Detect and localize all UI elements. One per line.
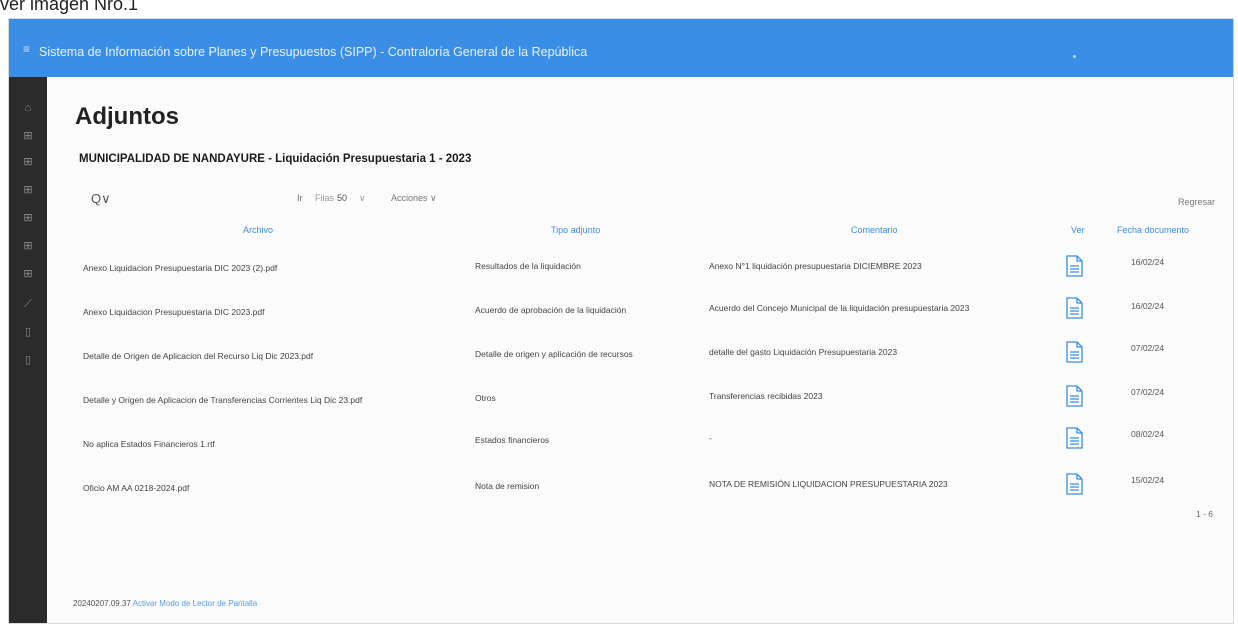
cell-comentario: NOTA DE REMISIÓN LIQUIDACION PRESUPUESTA… [709,479,948,489]
home-icon[interactable]: ⌂ [21,101,35,115]
column-header-comentario[interactable]: Comentario [851,225,898,235]
cell-archivo[interactable]: Detalle y Origen de Aplicacion de Transf… [83,395,362,405]
actions-menu-button[interactable]: Acciones ∨ [391,193,437,204]
cell-archivo[interactable]: Anexo Liquidacion Presupuestaria DIC 202… [83,263,277,273]
table-row: Oficio AM AA 0218-2024.pdf Nota de remis… [47,469,1233,509]
grid-icon[interactable]: ⊞ [21,267,35,281]
cell-tipo: Detalle de origen y aplicación de recurs… [475,349,633,359]
report-toolbar: Q∨ Ir Filas 50 ∨ Acciones ∨ [75,191,1225,213]
cell-comentario: Acuerdo del Concejo Municipal de la liqu… [709,303,970,313]
version-text: 20240207.09.37 [73,599,131,608]
document-icon[interactable]: ▯ [21,353,35,367]
column-header-ver[interactable]: Ver [1071,225,1085,235]
table-row: Detalle y Origen de Aplicacion de Transf… [47,383,1233,423]
table-row: Anexo Liquidacion Presupuestaria DIC 202… [47,255,1233,295]
cell-fecha: 15/02/24 [1131,475,1165,485]
image-caption: ver imagen Nro.1 [0,0,139,14]
cell-comentario: Transferencias recibidas 2023 [709,391,823,401]
cell-fecha: 16/02/24 [1131,301,1165,311]
table-header: Archivo Tipo adjunto Comentario Ver Fech… [47,225,1233,243]
rows-label: Filas [315,193,335,203]
screen-reader-mode-link[interactable]: Activar Modo de Lector de Pantalla [133,599,258,608]
cell-fecha: 08/02/24 [1131,429,1165,439]
main-content: Adjuntos MUNICIPALIDAD DE NANDAYURE - Li… [47,77,1233,623]
view-document-icon[interactable] [1065,427,1083,449]
cell-tipo: Nota de remision [475,481,540,491]
report-subtitle: MUNICIPALIDAD DE NANDAYURE - Liquidación… [79,153,472,165]
cell-fecha: 16/02/24 [1131,257,1165,267]
sidebar: ⌂ ⊞ ⊞ ⊞ ⊞ ⊞ ⊞ ⟋ ▯ ▯ [9,77,47,623]
column-header-archivo[interactable]: Archivo [243,225,273,235]
cell-comentario: detalle del gasto Liquidación Presupuest… [709,347,898,357]
top-navigation-bar: ≡ Sistema de Información sobre Planes y … [9,19,1233,77]
cell-fecha: 07/02/24 [1131,343,1165,353]
cell-tipo: Resultados de la liquidación [475,261,581,271]
cell-archivo[interactable]: Anexo Liquidacion Presupuestaria DIC 202… [83,307,264,317]
user-indicator-icon [1073,55,1076,58]
view-document-icon[interactable] [1065,473,1083,495]
grid-icon[interactable]: ⊞ [21,211,35,225]
document-icon[interactable]: ▯ [21,325,35,339]
grid-icon[interactable]: ⊞ [21,155,35,169]
view-document-icon[interactable] [1065,385,1083,407]
column-header-tipo[interactable]: Tipo adjunto [551,225,600,235]
grid-icon[interactable]: ⊞ [21,129,35,143]
app-title[interactable]: Sistema de Información sobre Planes y Pr… [39,45,587,59]
chart-icon[interactable]: ⟋ [21,297,35,311]
view-document-icon[interactable] [1065,297,1083,319]
page-title: Adjuntos [75,103,179,130]
cell-archivo[interactable]: Detalle de Origen de Aplicacion del Recu… [83,351,313,361]
cell-archivo[interactable]: Oficio AM AA 0218-2024.pdf [83,483,189,493]
table-row: No aplica Estados Financieros 1.rtf Esta… [47,425,1233,465]
back-button[interactable]: Regresar [1178,197,1215,207]
view-document-icon[interactable] [1065,341,1083,363]
search-button[interactable]: Q∨ [91,191,111,207]
cell-fecha: 07/02/24 [1131,387,1165,397]
go-button[interactable]: Ir [297,193,303,203]
grid-icon[interactable]: ⊞ [21,183,35,197]
pagination-info: 1 - 6 [1195,509,1213,519]
table-row: Detalle de Origen de Aplicacion del Recu… [47,339,1233,379]
footer: 20240207.09.37 Activar Modo de Lector de… [73,599,257,608]
column-header-fecha[interactable]: Fecha documento [1117,225,1189,235]
cell-tipo: Otros [475,393,496,403]
cell-tipo: Estados financieros [475,435,550,445]
cell-comentario: Anexo N°1 liquidación presupuestaria DIC… [709,261,922,271]
grid-icon[interactable]: ⊞ [21,239,35,253]
menu-icon[interactable]: ≡ [23,43,33,55]
chevron-down-icon[interactable]: ∨ [359,193,366,204]
app-window: ≡ Sistema de Información sobre Planes y … [8,18,1234,624]
rows-per-page-select[interactable]: 50 [337,193,347,203]
table-row: Anexo Liquidacion Presupuestaria DIC 202… [47,295,1233,335]
cell-comentario: - [709,433,712,443]
cell-tipo: Acuerdo de aprobación de la liquidación [475,305,627,315]
view-document-icon[interactable] [1065,255,1083,277]
cell-archivo[interactable]: No aplica Estados Financieros 1.rtf [83,439,215,449]
